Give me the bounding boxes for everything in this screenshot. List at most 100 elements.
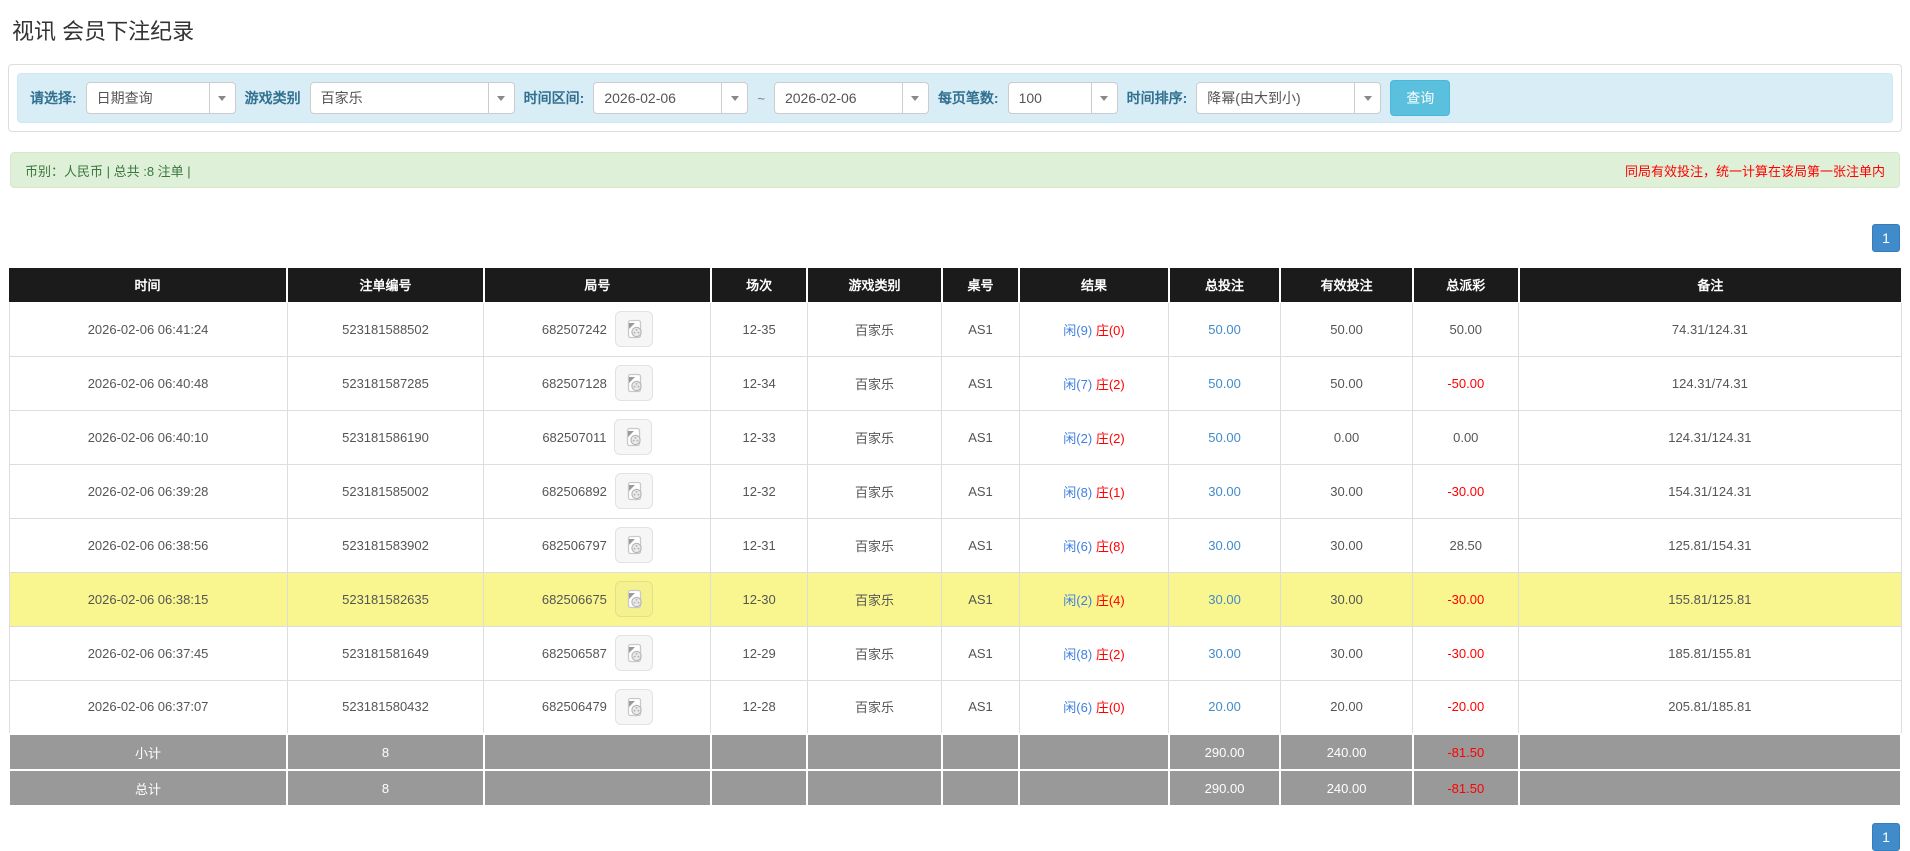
video-replay-button[interactable] — [614, 635, 653, 671]
total-bet-link[interactable]: 30.00 — [1208, 646, 1241, 661]
video-replay-button[interactable] — [614, 527, 653, 563]
result-banker: 庄(2) — [1095, 376, 1125, 392]
page-size-label: 每页笔数: — [937, 90, 999, 106]
table-row: 2026-02-06 06:41:24 523181588502 6825072… — [8, 301, 1902, 357]
cell-result: 闲(8) 庄(1) — [1018, 463, 1170, 519]
cell-round-no: 682507128 — [483, 355, 712, 411]
search-button[interactable]: 查询 — [1390, 80, 1451, 116]
cell-total-bet: 20.00 — [1168, 679, 1281, 735]
page-container: 视讯 会员下注纪录 请选择: 日期查询 游戏类别 百家乐 时间区间: 2026-… — [0, 0, 1910, 851]
cell-table-no: AS1 — [941, 625, 1020, 681]
total-bet-link[interactable]: 30.00 — [1208, 484, 1241, 499]
cell-payout: -30.00 — [1412, 571, 1520, 627]
page-1-button[interactable]: 1 — [1872, 823, 1900, 851]
cell-total-bet: 30.00 — [1168, 517, 1281, 573]
chevron-down-icon — [1090, 83, 1117, 113]
total-bet-link[interactable]: 50.00 — [1208, 430, 1241, 445]
cell-round-no: 682507242 — [483, 301, 712, 357]
table-row: 2026-02-06 06:39:28 523181585002 6825068… — [8, 463, 1902, 519]
cell-time: 2026-02-06 06:38:15 — [8, 571, 288, 627]
total-bet-link[interactable]: 30.00 — [1208, 538, 1241, 553]
date-to-select[interactable]: 2026-02-06 — [773, 82, 929, 114]
cell-note: 205.81/185.81 — [1518, 679, 1902, 735]
cell-game-type: 百家乐 — [806, 625, 943, 681]
cell-total-bet: 50.00 — [1168, 409, 1281, 465]
grand-total-row: 总计 8 290.00 240.00 -81.50 — [7, 769, 1903, 807]
cell-session: 12-35 — [710, 301, 808, 357]
page-1-button[interactable]: 1 — [1872, 224, 1900, 252]
result-player: 闲(8) — [1063, 484, 1093, 500]
header-note: 备注 — [1518, 268, 1901, 303]
summary-alert-bar: 币别：人民币 | 总共 :8 注单 | 同局有效投注，统一计算在该局第一张注单内 — [10, 152, 1900, 188]
cell-bet-no: 523181585002 — [286, 463, 485, 519]
cell-table-no: AS1 — [941, 517, 1020, 573]
cell-session: 12-34 — [710, 355, 808, 411]
round-no-value: 682506479 — [541, 699, 607, 715]
cell-table-no: AS1 — [941, 409, 1020, 465]
cell-total-bet: 50.00 — [1168, 355, 1281, 411]
cell-time: 2026-02-06 06:37:07 — [8, 679, 288, 735]
video-replay-button[interactable] — [614, 688, 653, 725]
cell-result: 闲(2) 庄(2) — [1018, 409, 1170, 465]
cell-result: 闲(2) 庄(4) — [1018, 571, 1170, 627]
round-no-value: 682507011 — [542, 429, 607, 445]
cell-time: 2026-02-06 06:40:10 — [8, 409, 288, 465]
cell-round-no: 682506892 — [483, 463, 712, 519]
result-banker: 庄(2) — [1095, 646, 1125, 662]
video-replay-button[interactable] — [614, 365, 653, 401]
total-bet-link[interactable]: 30.00 — [1208, 592, 1241, 607]
cell-total-bet: 30.00 — [1168, 625, 1281, 681]
table-row: 2026-02-06 06:40:48 523181587285 6825071… — [8, 355, 1902, 411]
cell-valid-bet: 30.00 — [1279, 463, 1414, 519]
query-type-select[interactable]: 日期查询 — [85, 82, 236, 114]
sort-order-value: 降幂(由大到小) — [1207, 90, 1301, 106]
cell-game-type: 百家乐 — [806, 355, 943, 411]
header-bet-no: 注单编号 — [287, 268, 485, 303]
cell-bet-no: 523181583902 — [286, 517, 485, 573]
cell-valid-bet: 0.00 — [1279, 409, 1414, 465]
cell-payout: 28.50 — [1412, 517, 1520, 573]
cell-note: 125.81/154.31 — [1518, 517, 1902, 573]
cell-valid-bet: 20.00 — [1279, 679, 1414, 735]
cell-bet-no: 523181580432 — [286, 679, 485, 735]
cell-game-type: 百家乐 — [806, 517, 943, 573]
date-from-select[interactable]: 2026-02-06 — [593, 82, 749, 114]
header-round-no: 局号 — [483, 268, 712, 303]
cell-session: 12-31 — [710, 517, 808, 573]
chevron-down-icon — [487, 83, 514, 113]
video-replay-button[interactable] — [614, 473, 653, 509]
cell-game-type: 百家乐 — [806, 463, 943, 519]
sort-order-select[interactable]: 降幂(由大到小) — [1196, 82, 1382, 114]
round-no-value: 682506892 — [541, 483, 607, 499]
video-replay-button[interactable] — [614, 419, 653, 455]
header-result: 结果 — [1019, 268, 1170, 303]
film-icon — [627, 535, 642, 555]
cell-bet-no: 523181587285 — [286, 355, 485, 411]
total-label: 总计 — [7, 769, 289, 807]
table-header-row: 时间 注单编号 局号 场次 游戏类别 桌号 结果 总投注 有效投注 总派彩 备注 — [9, 268, 1901, 303]
chevron-down-icon — [901, 83, 928, 113]
video-replay-button[interactable] — [614, 581, 653, 617]
total-bet-link[interactable]: 50.00 — [1208, 376, 1241, 391]
page-size-select[interactable]: 100 — [1007, 82, 1118, 114]
chevron-down-icon — [721, 83, 747, 113]
result-banker: 庄(0) — [1095, 700, 1125, 716]
cell-game-type: 百家乐 — [806, 571, 943, 627]
video-replay-button[interactable] — [614, 311, 653, 347]
cell-session: 12-28 — [710, 679, 808, 735]
cell-time: 2026-02-06 06:41:24 — [8, 301, 288, 357]
total-bet-link[interactable]: 20.00 — [1208, 699, 1241, 714]
cell-result: 闲(7) 庄(2) — [1018, 355, 1170, 411]
cell-table-no: AS1 — [941, 679, 1020, 735]
result-banker: 庄(0) — [1095, 322, 1125, 338]
round-no-value: 682506797 — [541, 537, 607, 553]
cell-payout: -50.00 — [1412, 355, 1520, 411]
result-banker: 庄(4) — [1095, 592, 1125, 608]
total-bet-link[interactable]: 50.00 — [1208, 322, 1241, 337]
cell-table-no: AS1 — [941, 301, 1020, 357]
page-size-value: 100 — [1018, 90, 1042, 106]
cell-session: 12-33 — [710, 409, 808, 465]
game-type-select[interactable]: 百家乐 — [309, 82, 515, 114]
cell-result: 闲(9) 庄(0) — [1018, 301, 1170, 357]
cell-bet-no: 523181586190 — [286, 409, 485, 465]
